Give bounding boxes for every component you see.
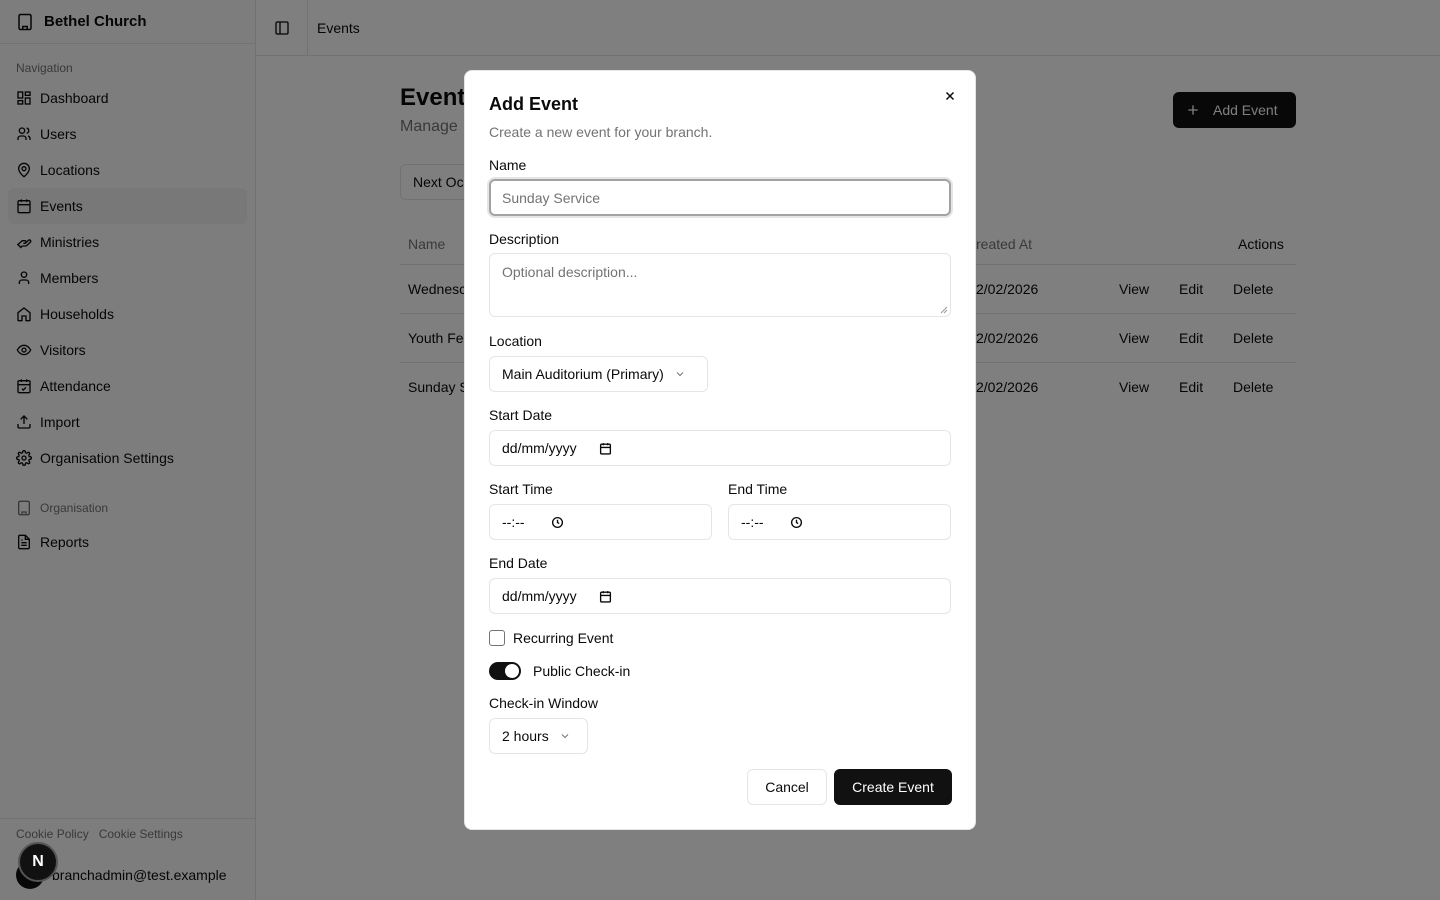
clock-icon[interactable] <box>551 516 564 529</box>
dialog-description: Create a new event for your branch. <box>489 124 713 140</box>
location-select[interactable]: Main Auditorium (Primary) <box>489 356 708 392</box>
start-time-input[interactable]: --:-- <box>489 504 712 540</box>
chevron-down-icon <box>674 368 686 380</box>
calendar-icon[interactable] <box>599 442 612 455</box>
location-label: Location <box>489 333 542 349</box>
start-date-label: Start Date <box>489 407 553 423</box>
name-placeholder: Sunday Service <box>502 189 601 206</box>
name-input[interactable]: Sunday Service <box>489 179 951 216</box>
end-date-label: End Date <box>489 555 548 571</box>
public-checkin-toggle[interactable] <box>489 662 521 680</box>
start-date-value: dd/mm/yyyy <box>502 440 577 456</box>
start-time-label: Start Time <box>489 481 553 497</box>
name-label: Name <box>489 157 527 173</box>
cancel-button[interactable]: Cancel <box>747 769 827 805</box>
end-time-input[interactable]: --:-- <box>728 504 951 540</box>
create-event-button[interactable]: Create Event <box>834 769 952 805</box>
clock-icon[interactable] <box>790 516 803 529</box>
location-value: Main Auditorium (Primary) <box>502 366 664 382</box>
end-date-input[interactable]: dd/mm/yyyy <box>489 578 951 614</box>
n-badge-button[interactable]: N <box>18 842 58 882</box>
description-textarea[interactable]: Optional description... <box>489 253 951 317</box>
recurring-event-row: Recurring Event <box>489 630 613 646</box>
public-checkin-row: Public Check-in <box>489 662 630 680</box>
checkin-window-value: 2 hours <box>502 728 549 744</box>
chevron-down-icon <box>559 730 571 742</box>
end-date-value: dd/mm/yyyy <box>502 588 577 604</box>
end-time-label: End Time <box>728 481 788 497</box>
start-date-input[interactable]: dd/mm/yyyy <box>489 430 951 466</box>
public-checkin-label: Public Check-in <box>533 663 631 679</box>
checkin-window-label: Check-in Window <box>489 695 598 711</box>
close-button[interactable] <box>941 87 959 105</box>
calendar-icon[interactable] <box>599 590 612 603</box>
resize-handle-icon[interactable] <box>940 306 948 314</box>
dialog-title: Add Event <box>489 94 579 114</box>
checkin-window-select[interactable]: 2 hours <box>489 718 588 754</box>
recurring-event-label: Recurring Event <box>513 630 614 646</box>
description-label: Description <box>489 231 560 247</box>
recurring-event-checkbox[interactable] <box>489 630 505 646</box>
close-icon <box>943 89 957 103</box>
add-event-dialog: Add Event Create a new event for your br… <box>464 70 976 830</box>
start-time-value: --:-- <box>502 514 525 530</box>
description-placeholder: Optional description... <box>502 264 638 280</box>
end-time-value: --:-- <box>741 514 764 530</box>
